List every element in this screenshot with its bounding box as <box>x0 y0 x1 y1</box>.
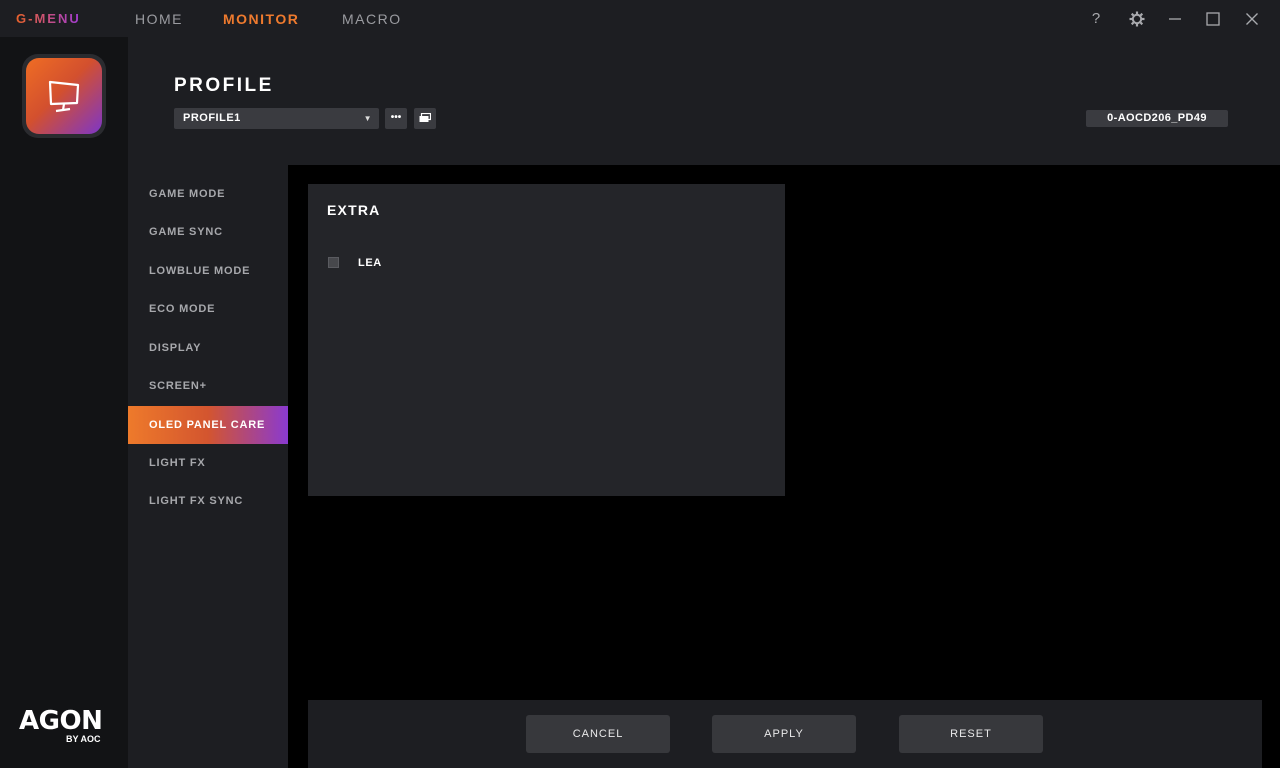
sidebar-item-light-fx[interactable]: LIGHT FX <box>128 444 288 482</box>
device-id-badge: 0-AOCD206_PD49 <box>1086 110 1228 127</box>
panel-title: EXTRA <box>327 202 381 218</box>
aoc-submark: BY AOC <box>66 734 101 744</box>
minimize-icon[interactable] <box>1164 8 1186 30</box>
more-options-button[interactable]: ••• <box>385 108 407 129</box>
reset-button[interactable]: RESET <box>899 715 1043 753</box>
lea-checkbox[interactable] <box>328 257 339 268</box>
nav-macro[interactable]: MACRO <box>342 11 402 27</box>
sidebar-item-game-sync[interactable]: GAME SYNC <box>128 213 288 251</box>
monitor-app-logo <box>22 54 106 138</box>
profile-manage-button[interactable] <box>414 108 436 129</box>
agon-wordmark: AGON <box>19 706 103 736</box>
cancel-button[interactable]: CANCEL <box>526 715 670 753</box>
left-rail <box>0 37 128 768</box>
sidebar-item-display[interactable]: DISPLAY <box>128 329 288 367</box>
help-icon[interactable]: ? <box>1085 8 1107 30</box>
close-icon[interactable] <box>1241 8 1263 30</box>
profile-dropdown-value: PROFILE1 <box>183 112 241 124</box>
agon-logo: AGON BY AOC <box>19 706 103 744</box>
nav-home[interactable]: HOME <box>135 11 183 27</box>
action-footer: CANCEL APPLY RESET <box>308 700 1262 768</box>
sidebar-item-screen-plus[interactable]: SCREEN+ <box>128 367 288 405</box>
folder-icon <box>419 112 432 122</box>
extra-panel: EXTRA LEA <box>308 184 785 496</box>
monitor-icon <box>48 80 80 113</box>
profile-dropdown[interactable]: PROFILE1 ▼ <box>174 108 379 129</box>
gear-icon[interactable] <box>1126 8 1148 30</box>
app-brand: G-MENU <box>16 11 81 26</box>
sidebar-item-oled-panel-care[interactable]: OLED PANEL CARE <box>128 406 288 444</box>
sidebar-item-eco-mode[interactable]: ECO MODE <box>128 290 288 328</box>
lea-label: LEA <box>358 257 382 269</box>
sidebar-item-game-mode[interactable]: GAME MODE <box>128 175 288 213</box>
settings-sidebar: GAME MODE GAME SYNC LOWBLUE MODE ECO MOD… <box>128 165 288 768</box>
sidebar-item-light-fx-sync[interactable]: LIGHT FX SYNC <box>128 482 288 520</box>
title-bar: G-MENU HOME MONITOR MACRO ? <box>0 0 1280 37</box>
chevron-down-icon: ▼ <box>363 114 372 123</box>
sidebar-item-lowblue-mode[interactable]: LOWBLUE MODE <box>128 252 288 290</box>
apply-button[interactable]: APPLY <box>712 715 856 753</box>
maximize-icon[interactable] <box>1202 8 1224 30</box>
nav-monitor[interactable]: MONITOR <box>223 11 299 27</box>
page-title: PROFILE <box>174 75 274 96</box>
profile-header <box>128 37 1280 165</box>
ellipsis-icon: ••• <box>390 112 402 123</box>
